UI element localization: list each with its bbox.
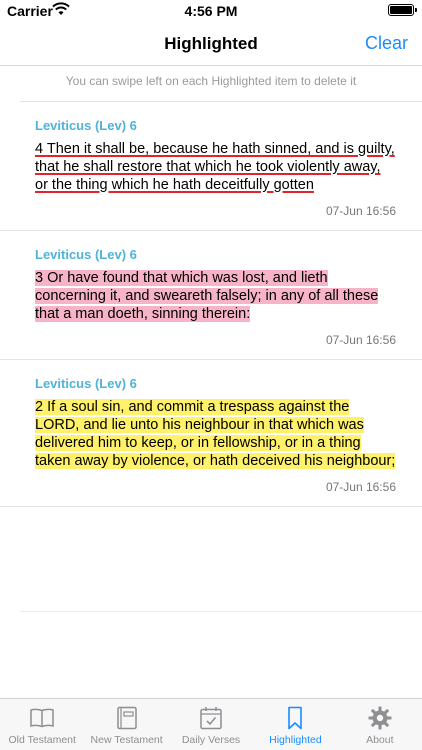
item-timestamp: 07-Jun 16:56 (325, 204, 396, 218)
tab-new-testament[interactable]: New Testament (84, 699, 168, 750)
verse-reference: Leviticus (Lev) 6 (35, 376, 137, 391)
highlighted-item[interactable]: Leviticus (Lev) 6 3 Or have found that w… (0, 231, 422, 360)
verse-text: 3 Or have found that which was lost, and… (35, 270, 379, 322)
item-timestamp: 07-Jun 16:56 (325, 480, 396, 494)
highlighted-item[interactable]: Leviticus (Lev) 6 4 Then it shall be, be… (0, 102, 422, 231)
item-timestamp: 07-Jun 16:56 (325, 333, 396, 347)
bookmark-icon (288, 706, 303, 730)
tab-label: New Testament (90, 734, 163, 746)
clear-button[interactable]: Clear (365, 33, 408, 54)
battery-icon (388, 4, 417, 16)
list-separator (20, 611, 422, 612)
closed-book-icon (116, 706, 137, 730)
tab-bar: Old Testament New Testament Daily Verses… (0, 698, 422, 750)
verse-text: 2 If a soul sin, and commit a trespass a… (35, 399, 396, 469)
swipe-hint: You can swipe left on each Highlighted i… (65, 74, 357, 88)
calendar-check-icon (200, 707, 222, 730)
tab-label: About (366, 734, 394, 746)
page-title: Highlighted (164, 34, 258, 53)
tab-label: Old Testament (8, 734, 76, 746)
tab-label: Highlighted (269, 734, 322, 746)
verse-reference: Leviticus (Lev) 6 (35, 247, 137, 262)
tab-old-testament[interactable]: Old Testament (0, 699, 84, 750)
tab-about[interactable]: About (338, 699, 422, 750)
highlighted-item[interactable]: Leviticus (Lev) 6 2 If a soul sin, and c… (0, 360, 422, 507)
navigation-bar: Highlighted Clear (0, 22, 422, 66)
tab-daily-verses[interactable]: Daily Verses (169, 699, 253, 750)
status-time: 4:56 PM (184, 3, 238, 19)
gear-icon (368, 706, 392, 730)
verse-reference: Leviticus (Lev) 6 (35, 118, 137, 133)
status-bar: Carrier 4:56 PM (0, 0, 422, 22)
verse-text: 4 Then it shall be, because he hath sinn… (35, 141, 395, 193)
tab-highlighted[interactable]: Highlighted (253, 699, 337, 750)
highlighted-list: Leviticus (Lev) 6 4 Then it shall be, be… (0, 102, 422, 507)
tab-label: Daily Verses (181, 734, 241, 746)
open-book-icon (30, 708, 54, 728)
